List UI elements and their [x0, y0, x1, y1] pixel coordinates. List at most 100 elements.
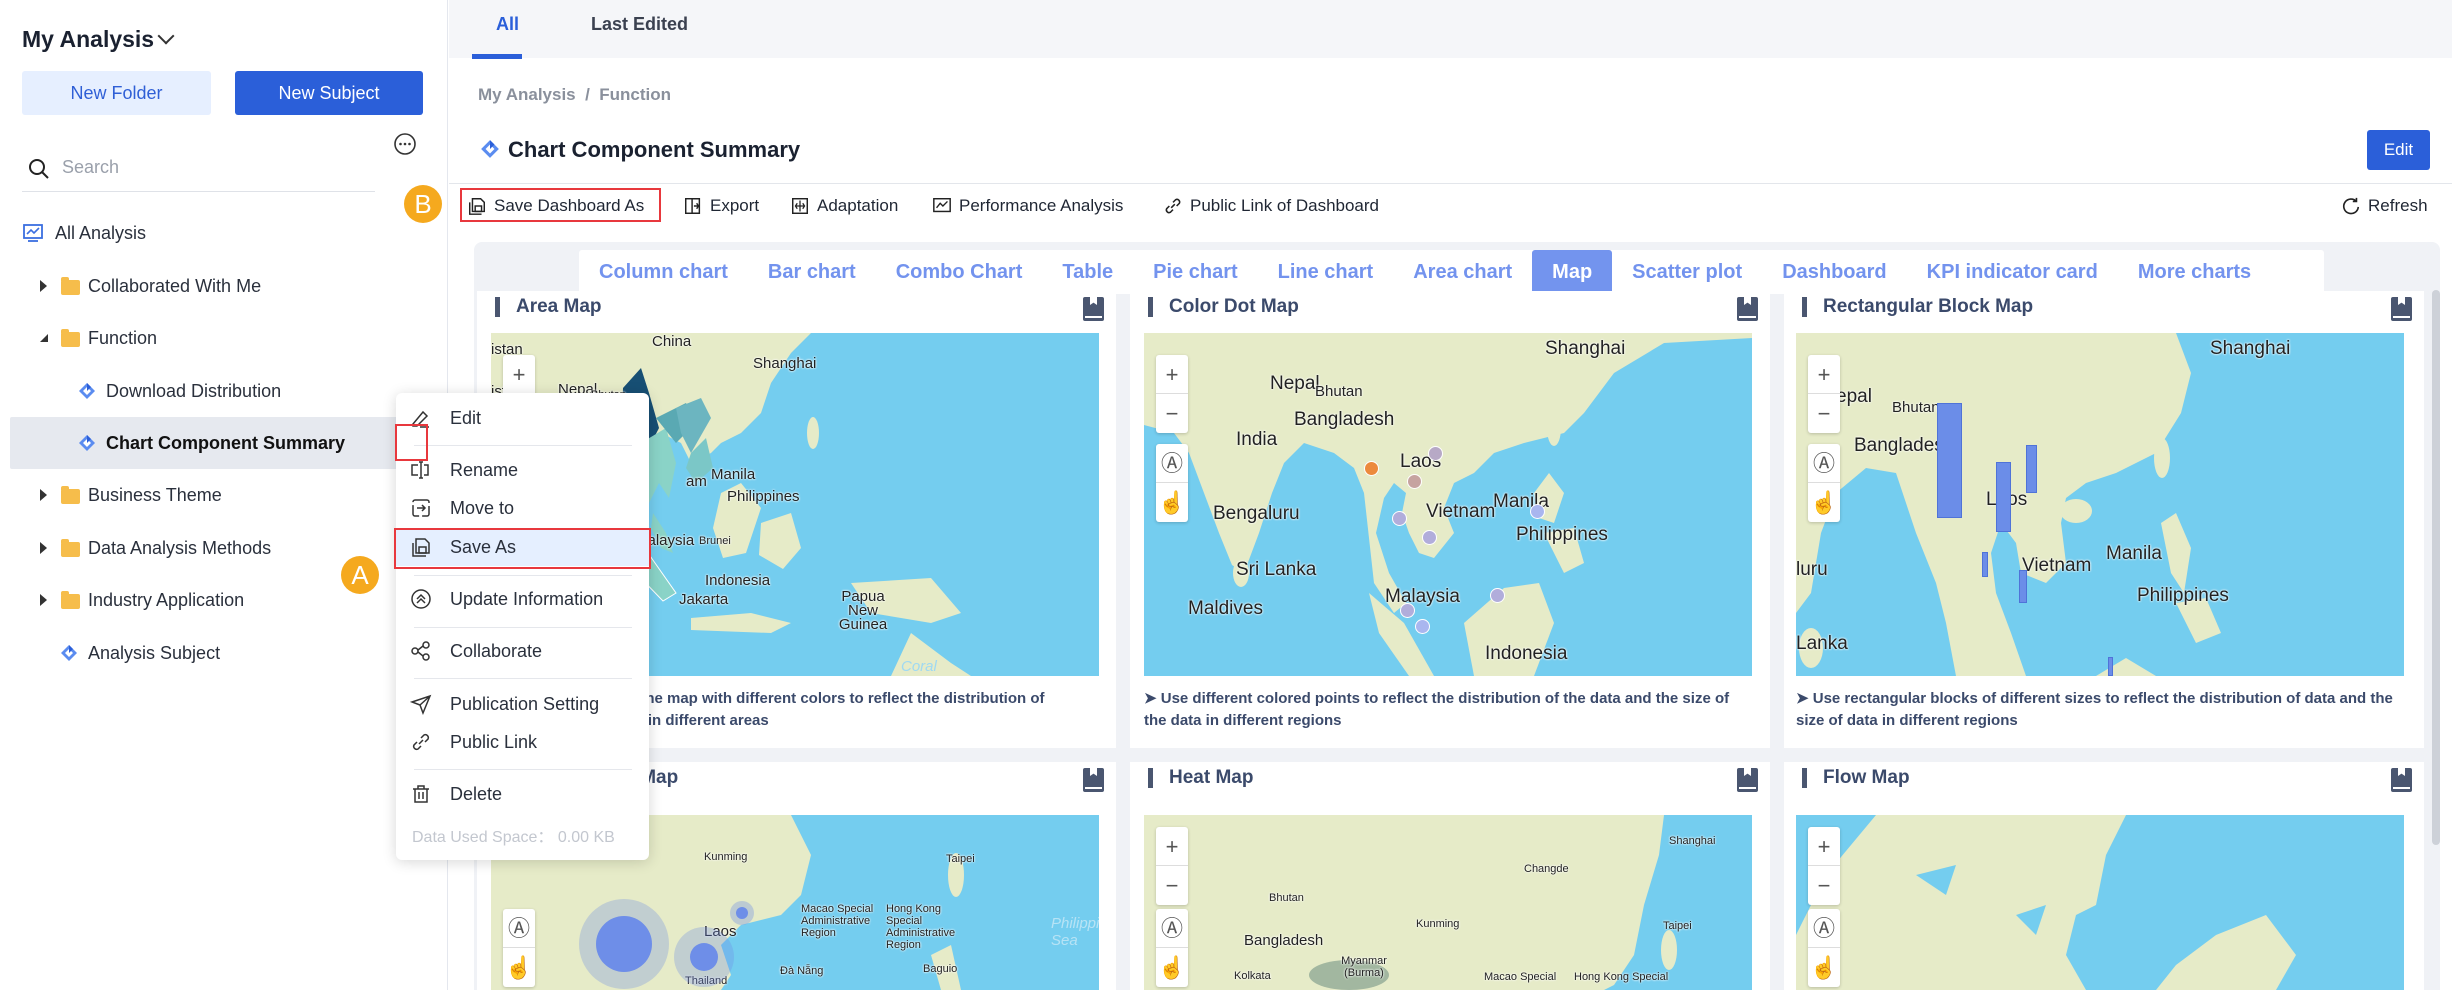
tree-item-function[interactable]: Function: [10, 312, 435, 364]
rectangular-block-map[interactable]: Shanghai epal Bhutan Bangladesl Laos Vie…: [1796, 333, 2404, 676]
caret-down-icon[interactable]: [40, 334, 48, 342]
chart-tab-pie-chart[interactable]: Pie chart: [1133, 250, 1257, 294]
data-bubble[interactable]: [596, 916, 652, 972]
chevron-down-icon[interactable]: [157, 27, 175, 45]
edit-button[interactable]: Edit: [2367, 130, 2430, 170]
bookmark-icon[interactable]: [2391, 768, 2412, 792]
data-block[interactable]: [1982, 552, 1988, 577]
scrollbar[interactable]: [2432, 290, 2440, 845]
tree-item-analysis-subject[interactable]: Analysis Subject: [10, 627, 435, 679]
bookmark-icon[interactable]: [1083, 297, 1104, 321]
bookmark-icon[interactable]: [2391, 297, 2412, 321]
menu-item-publication-setting[interactable]: Publication Setting: [396, 685, 649, 723]
rotate-icon[interactable]: Ⓐ: [1808, 909, 1840, 948]
chart-tab-kpi-indicator-card[interactable]: KPI indicator card: [1907, 250, 2118, 294]
rotate-icon[interactable]: Ⓐ: [503, 909, 535, 948]
data-point[interactable]: [1400, 603, 1415, 618]
zoom-out-button[interactable]: −: [1808, 866, 1840, 905]
tree-item-collaborated[interactable]: Collaborated With Me: [10, 260, 435, 312]
bookmark-icon[interactable]: [1737, 297, 1758, 321]
bookmark-icon[interactable]: [1737, 768, 1758, 792]
card-description: of the map with different colors to refl…: [622, 688, 1116, 732]
chart-tab-combo-chart[interactable]: Combo Chart: [876, 250, 1043, 294]
menu-item-edit[interactable]: Edit: [396, 399, 649, 437]
chart-tab-more-charts[interactable]: More charts: [2118, 250, 2271, 294]
new-subject-button[interactable]: New Subject: [235, 71, 423, 115]
tab-last-edited[interactable]: Last Edited: [591, 14, 688, 35]
sidebar-title[interactable]: My Analysis: [22, 26, 154, 53]
menu-item-collaborate[interactable]: Collaborate: [396, 632, 649, 670]
data-block[interactable]: [2026, 445, 2037, 493]
menu-item-delete[interactable]: Delete: [396, 775, 649, 813]
performance-analysis-button[interactable]: Performance Analysis: [932, 193, 1123, 219]
hand-pan-icon[interactable]: ☝: [1156, 948, 1188, 987]
chart-tab-area-chart[interactable]: Area chart: [1393, 250, 1532, 294]
rotate-icon[interactable]: Ⓐ: [1808, 444, 1840, 483]
chart-tab-bar-chart[interactable]: Bar chart: [748, 250, 876, 294]
menu-item-public-link[interactable]: Public Link: [396, 723, 649, 761]
zoom-in-button[interactable]: +: [1808, 355, 1840, 394]
menu-item-update-information[interactable]: Update Information: [396, 580, 649, 618]
tree-item-all-analysis[interactable]: All Analysis: [10, 207, 435, 259]
menu-item-move-to[interactable]: Move to: [396, 489, 649, 527]
tree-label: Industry Application: [88, 589, 245, 610]
data-point[interactable]: [1428, 446, 1443, 461]
breadcrumb-root[interactable]: My Analysis: [478, 85, 576, 104]
data-point[interactable]: [1530, 504, 1545, 519]
data-point[interactable]: [1422, 530, 1437, 545]
link-icon: [412, 733, 430, 751]
data-point[interactable]: [1407, 474, 1422, 489]
heat-map[interactable]: Shanghai Changde Kunming Taipei Bhutan B…: [1144, 815, 1752, 990]
data-point[interactable]: [1490, 588, 1505, 603]
zoom-out-button[interactable]: −: [1156, 394, 1188, 433]
zoom-out-button[interactable]: −: [1808, 394, 1840, 433]
caret-right-icon[interactable]: [40, 489, 47, 501]
chart-tab-column-chart[interactable]: Column chart: [579, 250, 748, 294]
public-link-button[interactable]: Public Link of Dashboard: [1163, 193, 1379, 219]
data-block[interactable]: [1996, 462, 2011, 532]
new-folder-button[interactable]: New Folder: [22, 71, 211, 115]
tab-all[interactable]: All: [496, 14, 519, 35]
caret-right-icon[interactable]: [40, 280, 47, 292]
zoom-in-button[interactable]: +: [1156, 355, 1188, 394]
zoom-in-button[interactable]: +: [503, 355, 535, 394]
caret-right-icon[interactable]: [40, 594, 47, 606]
chart-tab-map[interactable]: Map: [1532, 250, 1613, 294]
refresh-icon: [2342, 197, 2360, 215]
chart-tab-line-chart[interactable]: Line chart: [1258, 250, 1394, 294]
chart-tab-dashboard[interactable]: Dashboard: [1762, 250, 1906, 294]
data-bubble[interactable]: [736, 907, 748, 919]
data-point[interactable]: [1415, 619, 1430, 634]
color-dot-map[interactable]: Shanghai Nepal Bhutan Bangladesh India L…: [1144, 333, 1752, 676]
hand-pan-icon[interactable]: ☝: [1156, 483, 1188, 522]
zoom-in-button[interactable]: +: [1808, 827, 1840, 866]
data-block[interactable]: [1937, 403, 1962, 518]
search-input[interactable]: Search: [22, 148, 375, 192]
rotate-icon[interactable]: Ⓐ: [1156, 909, 1188, 948]
tree-item-download-distribution[interactable]: Download Distribution: [10, 365, 435, 417]
refresh-button[interactable]: Refresh: [2341, 193, 2428, 219]
data-point[interactable]: [1364, 461, 1379, 476]
more-options-icon[interactable]: [393, 132, 417, 156]
flow-map[interactable]: + − Ⓐ ☝: [1796, 815, 2404, 990]
export-button[interactable]: Export: [683, 193, 759, 219]
zoom-out-button[interactable]: −: [1156, 866, 1188, 905]
tree-item-chart-component-summary[interactable]: Chart Component Summary ⋮: [10, 417, 435, 469]
data-block[interactable]: [2019, 570, 2027, 603]
chart-tab-scatter-plot[interactable]: Scatter plot: [1612, 250, 1762, 294]
bookmark-icon[interactable]: [1083, 768, 1104, 792]
zoom-in-button[interactable]: +: [1156, 827, 1188, 866]
data-block[interactable]: [2108, 657, 2113, 676]
caret-right-icon[interactable]: [40, 542, 47, 554]
chart-tab-table[interactable]: Table: [1042, 250, 1133, 294]
hand-pan-icon[interactable]: ☝: [1808, 948, 1840, 987]
tree-item-business-theme[interactable]: Business Theme: [10, 469, 435, 521]
map-label: Jakarta: [679, 591, 729, 608]
adaptation-button[interactable]: Adaptation: [790, 193, 898, 219]
hand-pan-icon[interactable]: ☝: [503, 948, 535, 987]
data-bubble[interactable]: [690, 943, 718, 971]
menu-item-rename[interactable]: Rename: [396, 451, 649, 489]
hand-pan-icon[interactable]: ☝: [1808, 483, 1840, 522]
data-point[interactable]: [1392, 511, 1407, 526]
rotate-icon[interactable]: Ⓐ: [1156, 444, 1188, 483]
